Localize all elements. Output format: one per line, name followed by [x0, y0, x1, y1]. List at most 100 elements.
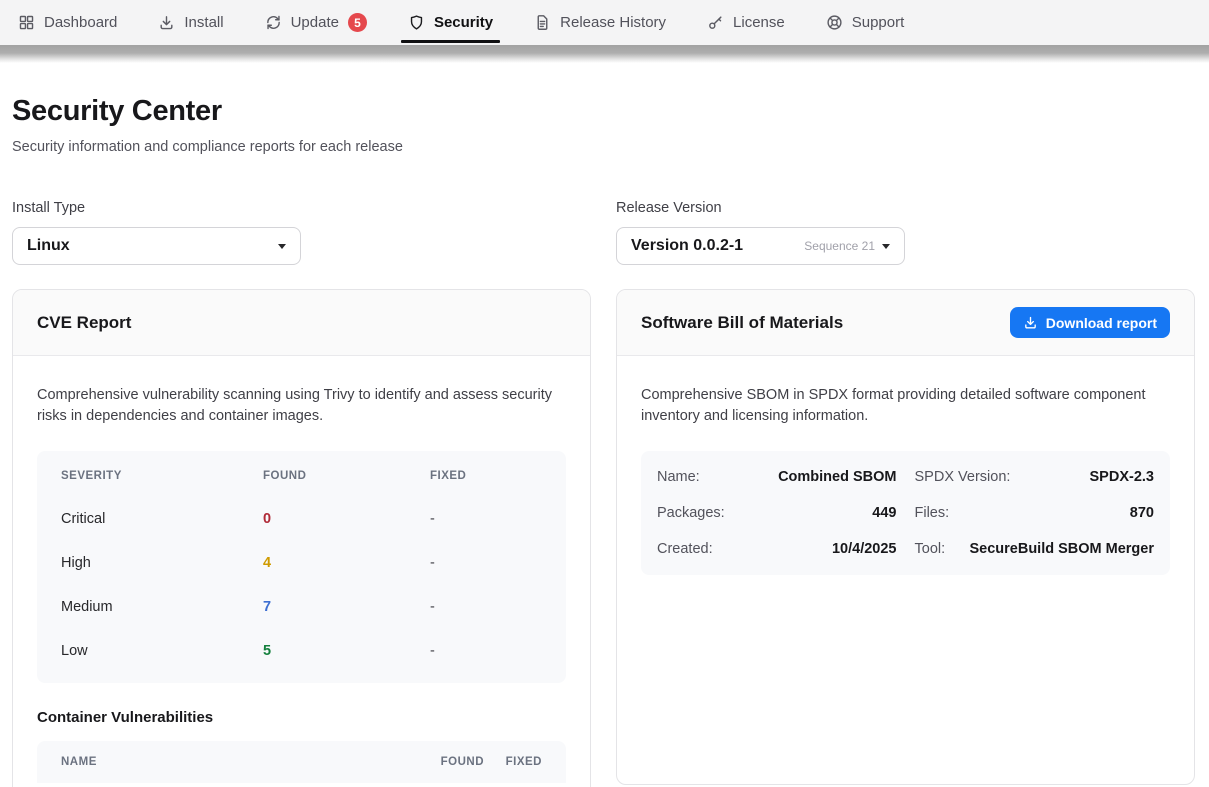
col-fixed: FIXED [484, 756, 542, 768]
cards-grid: CVE Report Comprehensive vulnerability s… [12, 289, 1195, 787]
nav-item-release-history[interactable]: Release History [534, 0, 666, 45]
nav-label: Dashboard [44, 14, 117, 31]
sbom-info-tool: Tool: SecureBuild SBOM Merger [915, 531, 1155, 567]
refresh-icon [265, 14, 282, 31]
info-value: SPDX-2.3 [1090, 469, 1154, 485]
found-count: 0 [263, 511, 430, 527]
release-version-select[interactable]: Version 0.0.2-1 Sequence 21 [616, 227, 905, 265]
download-report-button[interactable]: Download report [1010, 307, 1170, 338]
found-count: 5 [263, 643, 430, 659]
info-value: SecureBuild SBOM Merger [969, 541, 1154, 557]
fixed-count: - [430, 643, 542, 659]
col-severity: SEVERITY [61, 470, 263, 482]
chevron-down-icon [882, 244, 890, 249]
main-content: Security Center Security information and… [0, 63, 1209, 787]
cve-report-title: CVE Report [37, 313, 131, 333]
col-found: FOUND [263, 470, 430, 482]
download-icon [1023, 315, 1038, 330]
sbom-info-spdx-version: SPDX Version: SPDX-2.3 [915, 459, 1155, 495]
nav-item-license[interactable]: License [707, 0, 785, 45]
fixed-count: - [430, 555, 542, 571]
install-type-value: Linux [27, 237, 70, 255]
found-count: 7 [263, 599, 430, 615]
sbom-info-packages: Packages: 449 [657, 495, 897, 531]
nav-label: Security [434, 14, 493, 31]
lifebuoy-icon [826, 14, 843, 31]
info-label: Files: [915, 505, 950, 521]
install-type-field: Install Type Linux [12, 200, 591, 265]
severity-table: SEVERITY FOUND FIXED Critical 0 - High 4… [37, 451, 566, 683]
table-row: Critical 0 - [37, 497, 566, 541]
nav-item-update[interactable]: Update 5 [265, 0, 367, 45]
cve-report-card: CVE Report Comprehensive vulnerability s… [12, 289, 591, 787]
sbom-header: Software Bill of Materials Download repo… [617, 290, 1194, 356]
active-tab-underline [401, 40, 500, 43]
nav-label: Release History [560, 14, 666, 31]
info-label: Packages: [657, 505, 725, 521]
found-count: 4 [263, 555, 430, 571]
release-version-meta-group: Sequence 21 [804, 239, 890, 253]
container-vulnerabilities-title: Container Vulnerabilities [37, 709, 566, 726]
fixed-count: - [430, 511, 542, 527]
key-icon [707, 14, 724, 31]
download-report-label: Download report [1046, 315, 1157, 331]
nav-label: Install [184, 14, 223, 31]
filters-row: Install Type Linux Release Version Versi… [12, 200, 1195, 265]
cve-report-description: Comprehensive vulnerability scanning usi… [37, 385, 566, 427]
sbom-info-grid: Name: Combined SBOM SPDX Version: SPDX-2… [641, 451, 1170, 575]
fixed-count: - [430, 599, 542, 615]
table-row: Low 5 - [37, 629, 566, 673]
info-value: Combined SBOM [778, 469, 896, 485]
nav-item-install[interactable]: Install [158, 0, 223, 45]
info-label: SPDX Version: [915, 469, 1011, 485]
nav-label: Update [291, 14, 339, 31]
page-title: Security Center [12, 95, 1195, 128]
col-name: NAME [61, 756, 404, 768]
nav-item-support[interactable]: Support [826, 0, 905, 45]
severity-table-header: SEVERITY FOUND FIXED [37, 454, 566, 497]
release-version-label: Release Version [616, 200, 1195, 216]
table-row: Medium 7 - [37, 585, 566, 629]
severity-label: Medium [61, 599, 263, 615]
sbom-info-files: Files: 870 [915, 495, 1155, 531]
info-value: 10/4/2025 [832, 541, 897, 557]
install-type-select[interactable]: Linux [12, 227, 301, 265]
release-version-field: Release Version Version 0.0.2-1 Sequence… [616, 200, 1195, 265]
col-found: FOUND [404, 756, 484, 768]
shield-icon [408, 14, 425, 31]
download-icon [158, 14, 175, 31]
dashboard-grid-icon [18, 14, 35, 31]
install-type-label: Install Type [12, 200, 591, 216]
info-label: Tool: [915, 541, 946, 557]
chevron-down-icon [278, 244, 286, 249]
table-row: High 4 - [37, 541, 566, 585]
top-nav: Dashboard Install Update 5 Security [0, 0, 1209, 45]
update-count-badge: 5 [348, 13, 367, 32]
document-icon [534, 14, 551, 31]
sbom-card: Software Bill of Materials Download repo… [616, 289, 1195, 785]
nav-item-dashboard[interactable]: Dashboard [18, 0, 117, 45]
sbom-info-name: Name: Combined SBOM [657, 459, 897, 495]
info-label: Name: [657, 469, 700, 485]
col-fixed: FIXED [430, 470, 542, 482]
nav-item-security[interactable]: Security [408, 0, 493, 45]
cve-report-header: CVE Report [13, 290, 590, 356]
info-value: 870 [1130, 505, 1154, 521]
info-label: Created: [657, 541, 713, 557]
info-value: 449 [872, 505, 896, 521]
page-subtitle: Security information and compliance repo… [12, 139, 1195, 155]
container-vulnerabilities-table-header: NAME FOUND FIXED [37, 741, 566, 783]
nav-shadow-divider [0, 45, 1209, 63]
release-version-value: Version 0.0.2-1 [631, 237, 743, 255]
severity-label: Critical [61, 511, 263, 527]
cve-report-body: Comprehensive vulnerability scanning usi… [13, 356, 590, 787]
sbom-info-created: Created: 10/4/2025 [657, 531, 897, 567]
nav-label: License [733, 14, 785, 31]
severity-label: Low [61, 643, 263, 659]
severity-label: High [61, 555, 263, 571]
release-version-sequence: Sequence 21 [804, 239, 875, 253]
sbom-body: Comprehensive SBOM in SPDX format provid… [617, 356, 1194, 599]
sbom-description: Comprehensive SBOM in SPDX format provid… [641, 385, 1170, 427]
sbom-title: Software Bill of Materials [641, 313, 843, 333]
nav-label: Support [852, 14, 905, 31]
